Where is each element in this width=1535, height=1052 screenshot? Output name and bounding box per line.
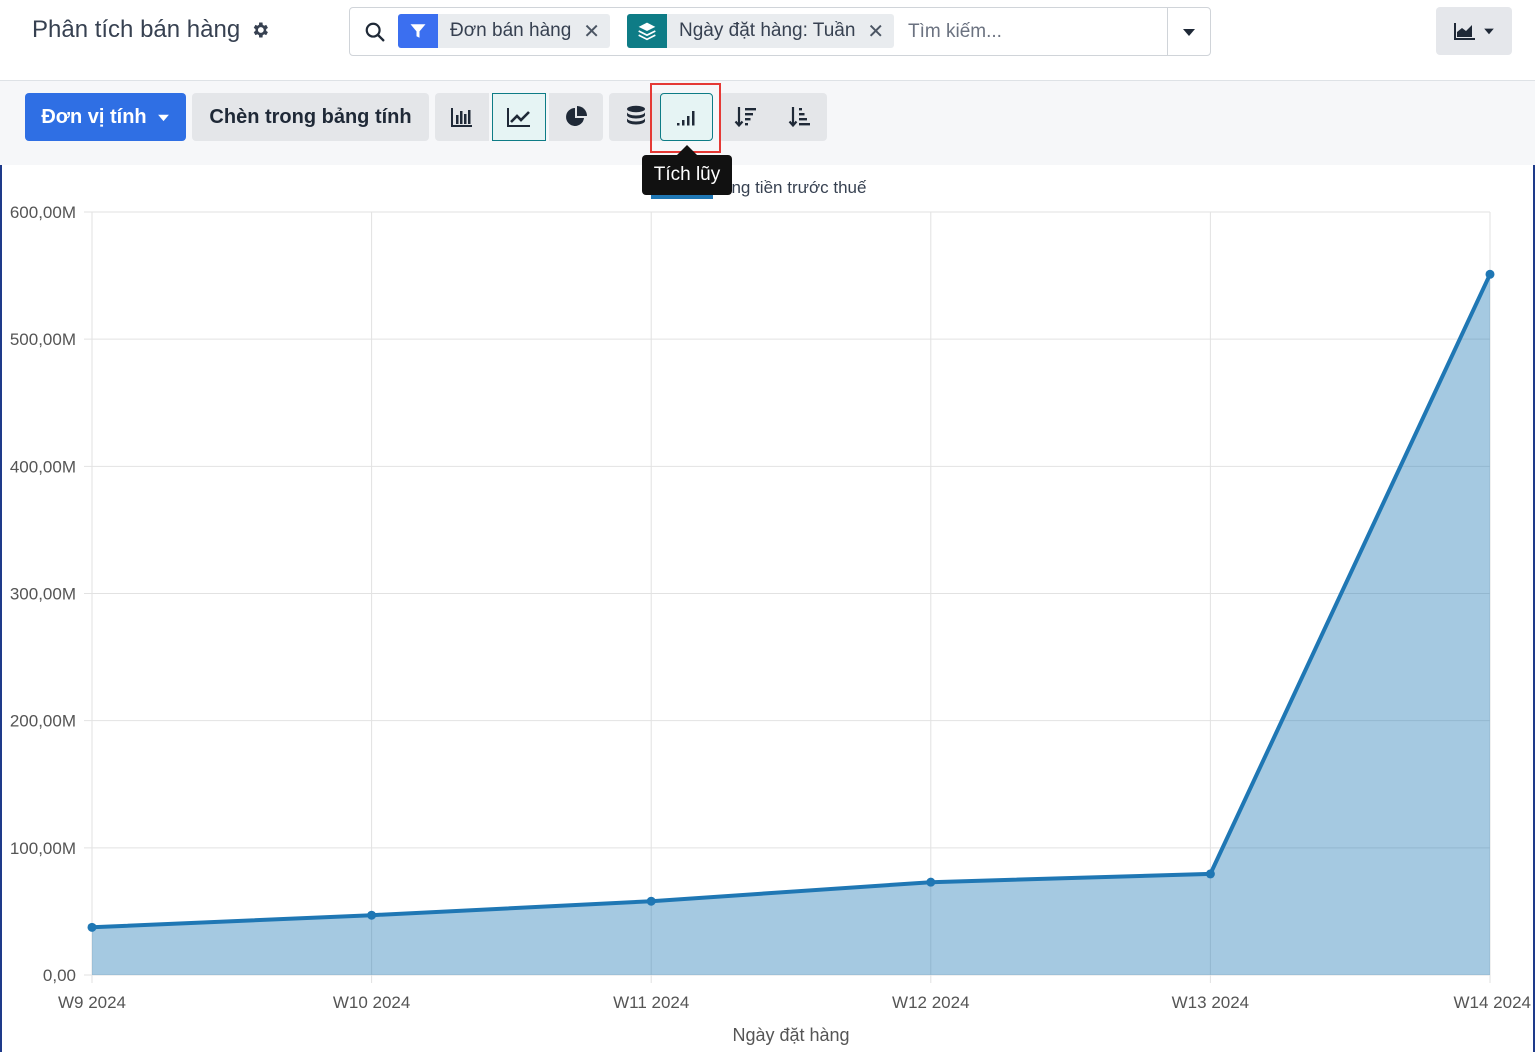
tooltip: Tích lũy xyxy=(642,145,732,195)
y-tick-label: 100,00M xyxy=(10,839,76,858)
pie-chart-icon xyxy=(566,106,587,126)
line-chart-icon xyxy=(507,108,530,127)
y-tick-label: 0,00 xyxy=(43,966,76,985)
graph-toolbar: Đơn vị tính Chèn trong bảng tính xyxy=(0,81,1535,165)
tooltip-text: Tích lũy xyxy=(653,164,721,185)
caret-down-icon xyxy=(157,114,169,121)
y-axis-ticks: 0,00 100,00M 200,00M 300,00M 400,00M 500,00M 6… xyxy=(10,203,76,985)
filter-icon xyxy=(398,14,438,48)
measure-dropdown-button[interactable]: Đơn vị tính xyxy=(25,93,186,141)
data-point[interactable] xyxy=(87,922,97,932)
sort-ascending-icon xyxy=(788,107,810,128)
page-title: Phân tích bán hàng xyxy=(32,16,270,44)
line-chart-button[interactable] xyxy=(492,93,546,141)
y-tick-label: 200,00M xyxy=(10,712,76,731)
y-tick-label: 400,00M xyxy=(10,457,76,476)
line-chart: 0,00 100,00M 200,00M 300,00M 400,00M 500,00M 6… xyxy=(10,178,1531,1045)
gear-icon[interactable] xyxy=(250,20,270,40)
pie-chart-button[interactable] xyxy=(549,93,603,141)
x-tick-label: W13 2024 xyxy=(1172,993,1250,1012)
data-point[interactable] xyxy=(646,896,656,906)
area-chart-icon xyxy=(1454,23,1475,40)
control-panel: Phân tích bán hàng Đơn bán hàng ✕ Ngày đ xyxy=(0,0,1535,81)
search-icon[interactable] xyxy=(364,21,386,43)
x-tick-label: W9 2024 xyxy=(58,993,126,1012)
x-axis-label: Ngày đặt hàng xyxy=(732,1025,849,1045)
search-bar[interactable]: Đơn bán hàng ✕ Ngày đặt hàng: Tuần ✕ xyxy=(349,7,1211,56)
bar-chart-button[interactable] xyxy=(435,93,489,141)
y-tick-label: 600,00M xyxy=(10,203,76,222)
x-tick-label: W12 2024 xyxy=(892,993,970,1012)
layers-icon xyxy=(627,14,667,48)
series-area xyxy=(92,274,1490,975)
x-tick-label: W14 2024 xyxy=(1454,993,1532,1012)
caret-down-icon xyxy=(1183,28,1195,36)
measure-button-label: Đơn vị tính xyxy=(41,105,147,128)
x-axis-ticks: W9 2024 W10 2024 W11 2024 W12 2024 W13 2024 W… xyxy=(58,993,1531,1012)
legend-label[interactable]: ổng tiền trước thuế xyxy=(722,178,867,197)
database-icon xyxy=(627,105,645,125)
search-options-toggle[interactable] xyxy=(1167,8,1210,55)
data-point[interactable] xyxy=(926,877,936,887)
facet-groupby-label: Ngày đặt hàng: Tuần xyxy=(679,20,856,41)
data-point[interactable] xyxy=(1485,269,1495,279)
bar-chart-icon xyxy=(451,108,472,127)
y-tick-label: 300,00M xyxy=(10,585,76,604)
y-tick-label: 500,00M xyxy=(10,330,76,349)
sort-descending-icon xyxy=(734,107,756,128)
insert-spreadsheet-label: Chèn trong bảng tính xyxy=(209,105,412,128)
close-icon[interactable]: ✕ xyxy=(867,19,894,44)
x-tick-label: W10 2024 xyxy=(333,993,411,1012)
insert-spreadsheet-button[interactable]: Chèn trong bảng tính xyxy=(192,93,429,141)
view-switcher-button[interactable] xyxy=(1436,7,1512,55)
search-input[interactable] xyxy=(906,18,1160,46)
caret-down-icon xyxy=(1484,28,1494,35)
facet-groupby[interactable]: Ngày đặt hàng: Tuần ✕ xyxy=(627,14,895,48)
data-point[interactable] xyxy=(367,910,377,920)
page-title-text: Phân tích bán hàng xyxy=(32,16,241,43)
facet-filter[interactable]: Đơn bán hàng ✕ xyxy=(398,14,611,48)
data-point[interactable] xyxy=(1205,869,1215,879)
x-tick-label: W11 2024 xyxy=(613,993,689,1012)
highlight-frame xyxy=(650,83,721,153)
sort-ascending-button[interactable] xyxy=(773,93,827,141)
facet-filter-label: Đơn bán hàng xyxy=(450,20,572,41)
close-icon[interactable]: ✕ xyxy=(583,19,610,44)
sort-descending-button[interactable] xyxy=(719,93,773,141)
